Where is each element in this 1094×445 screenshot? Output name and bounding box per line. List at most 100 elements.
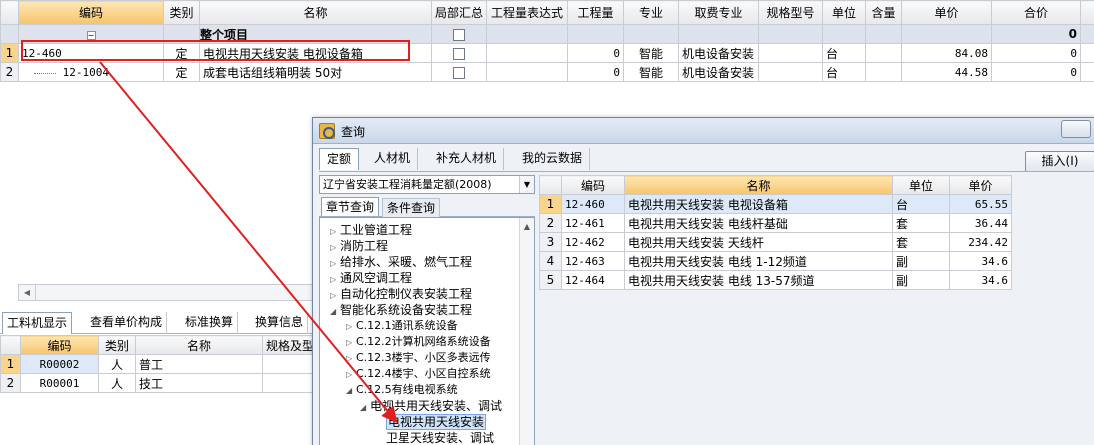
table-row[interactable]: 1 12-460 定 电视共用天线安装 电视设备箱 0 智能 机电设备安装 台 … [0, 43, 1094, 63]
table-row[interactable]: 1 12-460 电视共用天线安装 电视设备箱 台 65.55 [539, 194, 1012, 214]
row-number[interactable]: 3 [539, 232, 562, 252]
tree-node[interactable]: ▷ C.12.3楼宇、小区多表远传 [346, 350, 491, 366]
tree-node[interactable]: ▷ C.12.1通讯系统设备 [346, 318, 458, 334]
result-unit[interactable]: 副 [892, 270, 950, 290]
res-header-spec[interactable]: 规格及型 [262, 335, 316, 355]
expand-icon[interactable]: ▷ [346, 335, 356, 351]
tree-node-label[interactable]: 消防工程 [340, 239, 388, 253]
row-name[interactable]: 电视共用天线安装 电视设备箱 [199, 43, 432, 63]
tab-standard-conversion[interactable]: 标准换算 [181, 312, 239, 334]
res-type[interactable]: 人 [98, 373, 136, 393]
row-fee-major[interactable]: 机电设备安装 [678, 62, 759, 82]
row-total[interactable]: 0 [991, 43, 1081, 63]
group-row-whole-project[interactable]: − 整个项目 0 [0, 24, 1094, 44]
scroll-left-icon[interactable]: ◀ [19, 285, 36, 300]
tree-node-label[interactable]: C.12.5有线电视系统 [356, 383, 458, 396]
scroll-up-icon[interactable]: ▲ [520, 222, 534, 231]
res-code[interactable]: R00001 [20, 373, 99, 393]
row-content[interactable] [865, 62, 902, 82]
tree-node[interactable]: ▷ C.12.4楼宇、小区自控系统 [346, 366, 491, 382]
result-price[interactable]: 34.6 [949, 251, 1012, 271]
row-number[interactable]: 4 [539, 251, 562, 271]
result-unit[interactable]: 套 [892, 232, 950, 252]
expand-icon[interactable]: ▷ [346, 367, 356, 383]
header-qty-expr[interactable]: 工程量表达式 [486, 0, 568, 25]
result-code[interactable]: 12-463 [561, 251, 625, 271]
partial-sum-checkbox[interactable] [453, 28, 465, 41]
tree-node[interactable]: ▷ 给排水、采暖、燃气工程 [330, 254, 472, 270]
result-price[interactable]: 34.6 [949, 270, 1012, 290]
tree-node[interactable]: ▷ 通风空调工程 [330, 270, 412, 286]
dialog-titlebar[interactable]: 查询 [313, 118, 1094, 144]
tree-node-label[interactable]: C.12.3楼宇、小区多表远传 [356, 351, 491, 364]
row-price[interactable]: 84.08 [901, 43, 992, 63]
row-unit[interactable]: 台 [822, 62, 866, 82]
row-code[interactable]: 12-460 [18, 43, 164, 63]
row-total[interactable]: 0 [991, 62, 1081, 82]
header-code[interactable]: 编码 [18, 0, 164, 25]
result-code[interactable]: 12-460 [561, 194, 625, 214]
tab-supplement-material[interactable]: 补充人材机 [429, 148, 505, 170]
result-name[interactable]: 电视共用天线安装 电线 13-57频道 [624, 270, 893, 290]
minimize-button[interactable] [1061, 120, 1091, 138]
tab-labor-material[interactable]: 人材机 [367, 148, 419, 170]
header-partial-sum[interactable]: 局部汇总 [431, 0, 487, 25]
row-code[interactable]: 12-1004 [63, 66, 109, 79]
header-fee-major[interactable]: 取费专业 [678, 0, 759, 25]
row-number[interactable]: 1 [0, 43, 19, 63]
tree-node[interactable]: ▷ 工业管道工程 [330, 222, 412, 238]
row-qty[interactable]: 0 [567, 62, 624, 82]
row-major[interactable]: 智能 [623, 62, 679, 82]
collapse-arrow-icon[interactable]: ◢ [330, 304, 340, 320]
res-header-name[interactable]: 名称 [135, 335, 263, 355]
res-header-code[interactable]: 编码 [20, 335, 99, 355]
expand-icon[interactable]: ▷ [346, 351, 356, 367]
row-number[interactable]: 2 [0, 62, 19, 82]
row-unit[interactable]: 台 [822, 43, 866, 63]
tab-cloud-data[interactable]: 我的云数据 [515, 148, 591, 170]
tree-node-label[interactable]: 通风空调工程 [340, 271, 412, 285]
result-code[interactable]: 12-462 [561, 232, 625, 252]
row-number[interactable]: 5 [539, 270, 562, 290]
row-number[interactable]: 1 [539, 194, 562, 214]
res-name[interactable]: 技工 [135, 373, 263, 393]
table-row[interactable]: 2 R00001 人 技工 [0, 373, 316, 393]
tab-quota[interactable]: 定额 [319, 148, 360, 170]
tree-vertical-scrollbar[interactable]: ▲ [519, 218, 534, 445]
tab-conversion-info[interactable]: 换算信息 [251, 312, 309, 334]
collapse-icon[interactable]: − [86, 31, 96, 40]
tree-node-label[interactable]: C.12.2计算机网络系统设备 [356, 335, 491, 348]
horizontal-scrollbar[interactable]: ◀ [18, 284, 315, 301]
partial-sum-checkbox[interactable] [453, 47, 465, 60]
result-header-code[interactable]: 编码 [561, 175, 625, 195]
result-header-name[interactable]: 名称 [624, 175, 893, 195]
tree-node-label[interactable]: 电视共用天线安装、调试 [370, 399, 502, 413]
row-qty-expr[interactable] [486, 62, 568, 82]
tree-node[interactable]: ▷ C.12.2计算机网络系统设备 [346, 334, 491, 350]
tree-node-label[interactable]: 智能化系统设备安装工程 [340, 303, 472, 317]
chevron-down-icon[interactable]: ▼ [519, 176, 534, 193]
tree-node-selected[interactable]: 电视共用天线安装 [376, 414, 487, 430]
tree-node[interactable]: ◢ C.12.5有线电视系统 [346, 382, 458, 398]
header-total[interactable]: 合价 [991, 0, 1081, 25]
header-unit[interactable]: 单位 [822, 0, 866, 25]
tree-node[interactable]: ◢ 电视共用天线安装、调试 [360, 398, 502, 414]
header-type[interactable]: 类别 [163, 0, 200, 25]
res-spec[interactable] [262, 354, 316, 374]
res-name[interactable]: 普工 [135, 354, 263, 374]
row-number[interactable]: 2 [0, 373, 21, 393]
row-qty[interactable]: 0 [567, 43, 624, 63]
tree-node[interactable]: ◢ 智能化系统设备安装工程 [330, 302, 472, 318]
result-code[interactable]: 12-461 [561, 213, 625, 233]
result-price[interactable]: 36.44 [949, 213, 1012, 233]
result-header-price[interactable]: 单价 [949, 175, 1012, 195]
collapse-arrow-icon[interactable]: ◢ [346, 383, 356, 399]
res-spec[interactable] [262, 373, 316, 393]
result-name[interactable]: 电视共用天线安装 电线 1-12频道 [624, 251, 893, 271]
res-header-type[interactable]: 类别 [98, 335, 136, 355]
row-price[interactable]: 44.58 [901, 62, 992, 82]
table-row[interactable]: 4 12-463 电视共用天线安装 电线 1-12频道 副 34.6 [539, 251, 1012, 271]
result-name[interactable]: 电视共用天线安装 电视设备箱 [624, 194, 893, 214]
table-row[interactable]: 3 12-462 电视共用天线安装 天线杆 套 234.42 [539, 232, 1012, 252]
result-header-unit[interactable]: 单位 [892, 175, 950, 195]
